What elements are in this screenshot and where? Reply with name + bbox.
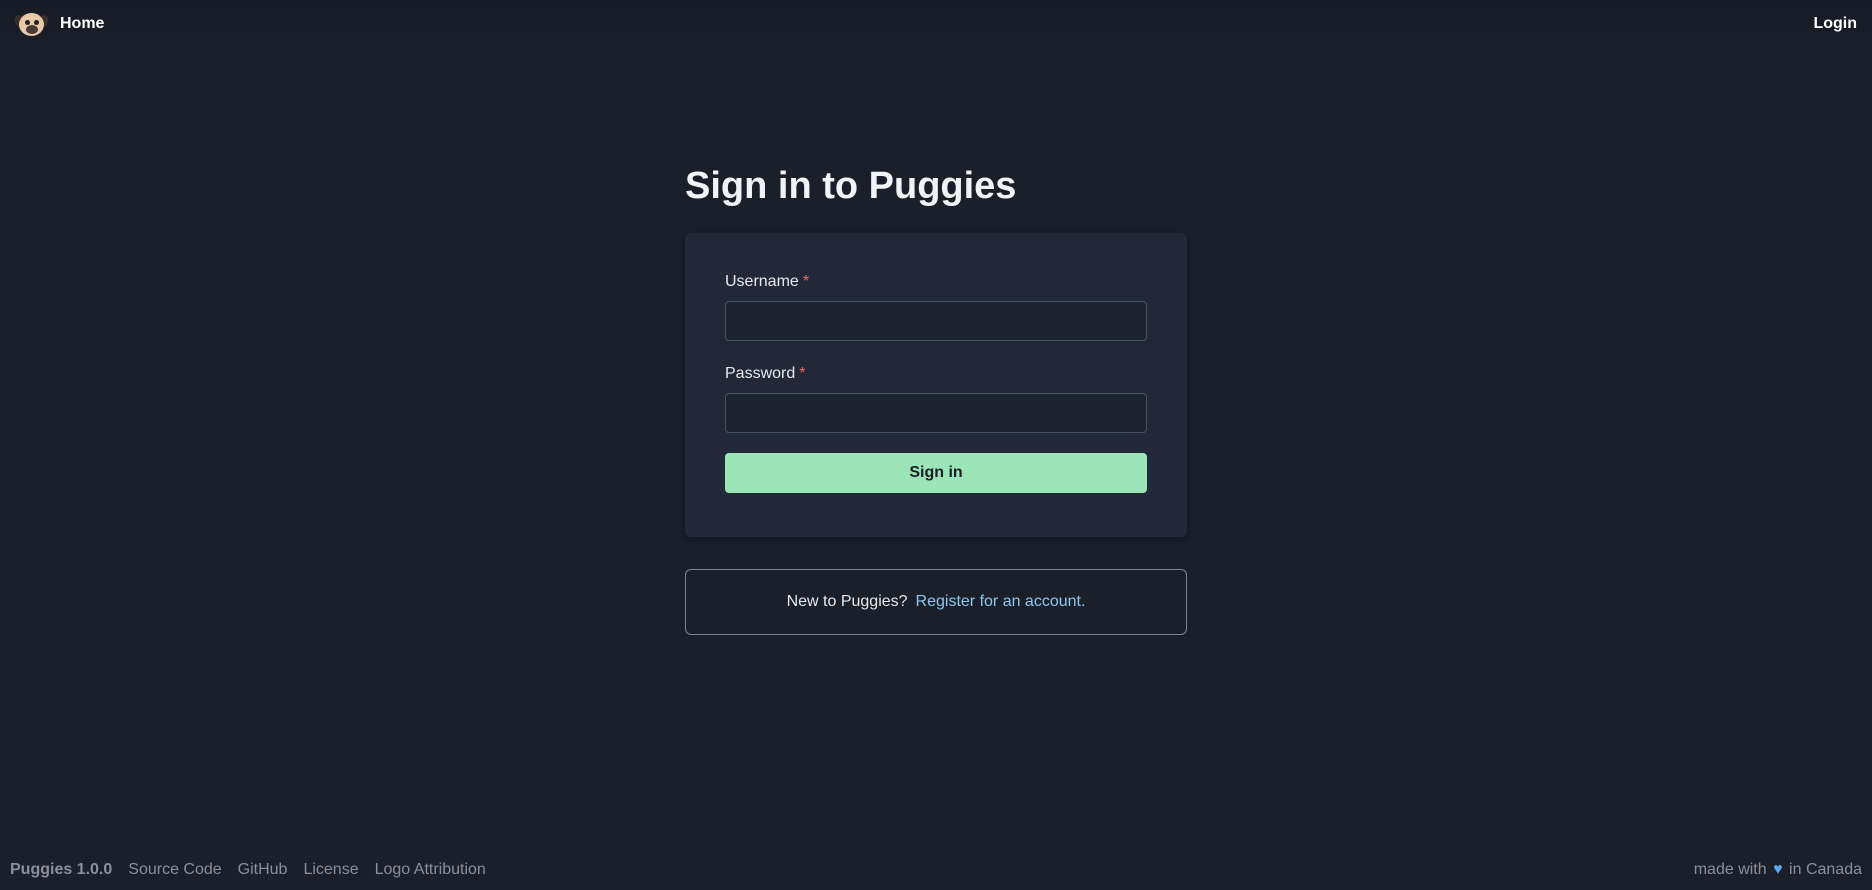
- password-label: Password *: [725, 365, 1147, 385]
- version-label: Puggies 1.0.0: [10, 861, 113, 878]
- top-navbar: Home Login: [0, 0, 1872, 48]
- register-prompt: New to Puggies?: [786, 593, 908, 610]
- home-link[interactable]: Home: [13, 12, 104, 37]
- login-nav-link[interactable]: Login: [1813, 15, 1857, 33]
- password-label-text: Password: [725, 365, 796, 382]
- signin-form-card: Username * Password * Sign in: [685, 233, 1187, 537]
- footer-link-license[interactable]: License: [303, 861, 358, 879]
- password-input[interactable]: [725, 393, 1147, 433]
- username-required-marker: *: [802, 273, 810, 290]
- username-label: Username *: [725, 273, 1147, 293]
- username-label-text: Username: [725, 273, 799, 290]
- made-with-prefix: made with: [1693, 861, 1767, 878]
- register-callout: New to Puggies? Register for an account.: [685, 569, 1187, 635]
- register-link[interactable]: Register for an account.: [916, 593, 1086, 611]
- password-required-marker: *: [799, 365, 806, 382]
- username-input[interactable]: [725, 301, 1147, 341]
- footer: Puggies 1.0.0 Source Code GitHub License…: [0, 857, 1872, 883]
- home-nav-label[interactable]: Home: [60, 15, 104, 33]
- made-with-note: made with ♥ in Canada: [1694, 861, 1862, 879]
- footer-link-logo-attribution[interactable]: Logo Attribution: [375, 861, 486, 879]
- footer-link-source-code[interactable]: Source Code: [128, 861, 221, 879]
- made-with-suffix: in Canada: [1789, 861, 1862, 878]
- pug-logo-icon[interactable]: [13, 12, 50, 37]
- page-title: Sign in to Puggies: [685, 165, 1017, 207]
- footer-link-github[interactable]: GitHub: [238, 861, 288, 879]
- sign-in-button[interactable]: Sign in: [725, 453, 1147, 493]
- heart-icon: ♥: [1773, 861, 1783, 878]
